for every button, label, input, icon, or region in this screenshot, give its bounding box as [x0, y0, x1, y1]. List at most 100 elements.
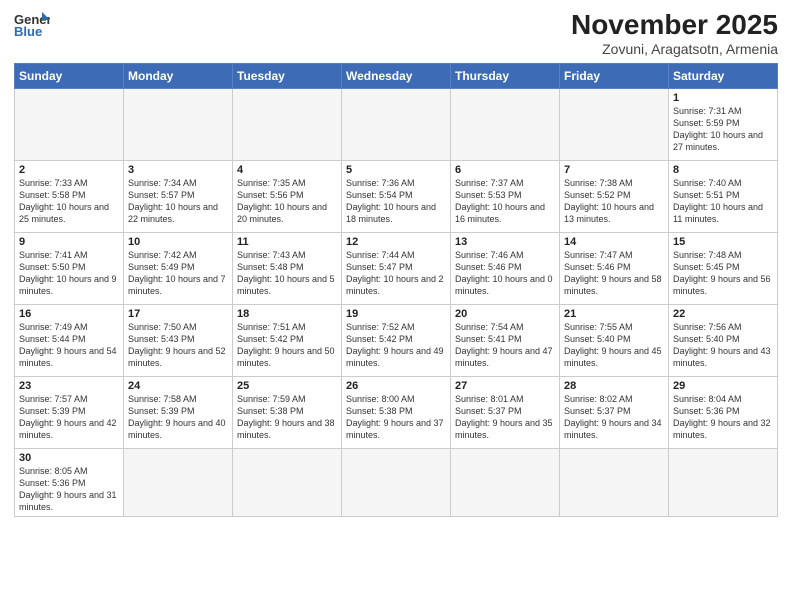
day-info: Sunrise: 7:34 AM Sunset: 5:57 PM Dayligh… — [128, 177, 228, 226]
calendar-day-cell — [124, 448, 233, 517]
calendar-week-row: 2Sunrise: 7:33 AM Sunset: 5:58 PM Daylig… — [15, 160, 778, 232]
calendar-day-cell: 2Sunrise: 7:33 AM Sunset: 5:58 PM Daylig… — [15, 160, 124, 232]
day-info: Sunrise: 7:59 AM Sunset: 5:38 PM Dayligh… — [237, 393, 337, 442]
day-number: 5 — [346, 164, 446, 176]
calendar-day-cell — [342, 448, 451, 517]
day-number: 25 — [237, 380, 337, 392]
day-number: 21 — [564, 308, 664, 320]
calendar-day-cell: 19Sunrise: 7:52 AM Sunset: 5:42 PM Dayli… — [342, 304, 451, 376]
calendar-day-cell — [669, 448, 778, 517]
calendar-day-cell: 17Sunrise: 7:50 AM Sunset: 5:43 PM Dayli… — [124, 304, 233, 376]
day-info: Sunrise: 7:36 AM Sunset: 5:54 PM Dayligh… — [346, 177, 446, 226]
day-number: 30 — [19, 452, 119, 464]
day-number: 18 — [237, 308, 337, 320]
weekday-header-wednesday: Wednesday — [342, 63, 451, 88]
day-info: Sunrise: 7:43 AM Sunset: 5:48 PM Dayligh… — [237, 249, 337, 298]
day-info: Sunrise: 7:58 AM Sunset: 5:39 PM Dayligh… — [128, 393, 228, 442]
weekday-header-row: SundayMondayTuesdayWednesdayThursdayFrid… — [15, 63, 778, 88]
calendar-table: SundayMondayTuesdayWednesdayThursdayFrid… — [14, 63, 778, 518]
day-number: 11 — [237, 236, 337, 248]
calendar-day-cell — [560, 88, 669, 160]
calendar-day-cell — [233, 88, 342, 160]
header: General Blue November 2025 Zovuni, Araga… — [14, 10, 778, 57]
weekday-header-thursday: Thursday — [451, 63, 560, 88]
day-info: Sunrise: 7:37 AM Sunset: 5:53 PM Dayligh… — [455, 177, 555, 226]
calendar-day-cell — [560, 448, 669, 517]
calendar-day-cell: 6Sunrise: 7:37 AM Sunset: 5:53 PM Daylig… — [451, 160, 560, 232]
day-number: 20 — [455, 308, 555, 320]
calendar-day-cell: 7Sunrise: 7:38 AM Sunset: 5:52 PM Daylig… — [560, 160, 669, 232]
day-info: Sunrise: 7:50 AM Sunset: 5:43 PM Dayligh… — [128, 321, 228, 370]
svg-text:Blue: Blue — [14, 24, 42, 38]
day-info: Sunrise: 7:46 AM Sunset: 5:46 PM Dayligh… — [455, 249, 555, 298]
day-info: Sunrise: 7:54 AM Sunset: 5:41 PM Dayligh… — [455, 321, 555, 370]
calendar-day-cell: 4Sunrise: 7:35 AM Sunset: 5:56 PM Daylig… — [233, 160, 342, 232]
calendar-day-cell: 26Sunrise: 8:00 AM Sunset: 5:38 PM Dayli… — [342, 376, 451, 448]
calendar-day-cell: 30Sunrise: 8:05 AM Sunset: 5:36 PM Dayli… — [15, 448, 124, 517]
day-info: Sunrise: 8:01 AM Sunset: 5:37 PM Dayligh… — [455, 393, 555, 442]
day-number: 16 — [19, 308, 119, 320]
calendar-day-cell: 1Sunrise: 7:31 AM Sunset: 5:59 PM Daylig… — [669, 88, 778, 160]
title-block: November 2025 Zovuni, Aragatsotn, Armeni… — [571, 10, 778, 57]
calendar-day-cell: 3Sunrise: 7:34 AM Sunset: 5:57 PM Daylig… — [124, 160, 233, 232]
page: General Blue November 2025 Zovuni, Araga… — [0, 0, 792, 612]
calendar-day-cell — [233, 448, 342, 517]
month-title: November 2025 — [571, 10, 778, 41]
day-number: 6 — [455, 164, 555, 176]
day-number: 7 — [564, 164, 664, 176]
calendar-week-row: 23Sunrise: 7:57 AM Sunset: 5:39 PM Dayli… — [15, 376, 778, 448]
calendar-day-cell — [15, 88, 124, 160]
calendar-day-cell: 18Sunrise: 7:51 AM Sunset: 5:42 PM Dayli… — [233, 304, 342, 376]
day-number: 2 — [19, 164, 119, 176]
day-number: 8 — [673, 164, 773, 176]
day-number: 17 — [128, 308, 228, 320]
weekday-header-saturday: Saturday — [669, 63, 778, 88]
day-info: Sunrise: 7:48 AM Sunset: 5:45 PM Dayligh… — [673, 249, 773, 298]
weekday-header-tuesday: Tuesday — [233, 63, 342, 88]
calendar-day-cell — [342, 88, 451, 160]
day-number: 3 — [128, 164, 228, 176]
day-info: Sunrise: 7:35 AM Sunset: 5:56 PM Dayligh… — [237, 177, 337, 226]
calendar-day-cell — [124, 88, 233, 160]
calendar-day-cell: 25Sunrise: 7:59 AM Sunset: 5:38 PM Dayli… — [233, 376, 342, 448]
day-info: Sunrise: 7:52 AM Sunset: 5:42 PM Dayligh… — [346, 321, 446, 370]
day-info: Sunrise: 7:57 AM Sunset: 5:39 PM Dayligh… — [19, 393, 119, 442]
day-info: Sunrise: 7:55 AM Sunset: 5:40 PM Dayligh… — [564, 321, 664, 370]
day-info: Sunrise: 7:51 AM Sunset: 5:42 PM Dayligh… — [237, 321, 337, 370]
calendar-day-cell: 9Sunrise: 7:41 AM Sunset: 5:50 PM Daylig… — [15, 232, 124, 304]
day-number: 4 — [237, 164, 337, 176]
day-number: 19 — [346, 308, 446, 320]
day-number: 29 — [673, 380, 773, 392]
day-number: 15 — [673, 236, 773, 248]
calendar-day-cell — [451, 88, 560, 160]
calendar-day-cell: 10Sunrise: 7:42 AM Sunset: 5:49 PM Dayli… — [124, 232, 233, 304]
day-number: 9 — [19, 236, 119, 248]
day-number: 23 — [19, 380, 119, 392]
day-number: 1 — [673, 92, 773, 104]
day-number: 22 — [673, 308, 773, 320]
calendar-day-cell: 20Sunrise: 7:54 AM Sunset: 5:41 PM Dayli… — [451, 304, 560, 376]
day-info: Sunrise: 7:33 AM Sunset: 5:58 PM Dayligh… — [19, 177, 119, 226]
day-number: 27 — [455, 380, 555, 392]
day-info: Sunrise: 8:02 AM Sunset: 5:37 PM Dayligh… — [564, 393, 664, 442]
calendar-week-row: 30Sunrise: 8:05 AM Sunset: 5:36 PM Dayli… — [15, 448, 778, 517]
calendar-day-cell: 28Sunrise: 8:02 AM Sunset: 5:37 PM Dayli… — [560, 376, 669, 448]
calendar-day-cell: 11Sunrise: 7:43 AM Sunset: 5:48 PM Dayli… — [233, 232, 342, 304]
calendar-day-cell: 21Sunrise: 7:55 AM Sunset: 5:40 PM Dayli… — [560, 304, 669, 376]
day-info: Sunrise: 7:56 AM Sunset: 5:40 PM Dayligh… — [673, 321, 773, 370]
day-info: Sunrise: 7:40 AM Sunset: 5:51 PM Dayligh… — [673, 177, 773, 226]
day-number: 14 — [564, 236, 664, 248]
day-info: Sunrise: 7:31 AM Sunset: 5:59 PM Dayligh… — [673, 105, 773, 154]
calendar-day-cell: 27Sunrise: 8:01 AM Sunset: 5:37 PM Dayli… — [451, 376, 560, 448]
calendar-day-cell: 12Sunrise: 7:44 AM Sunset: 5:47 PM Dayli… — [342, 232, 451, 304]
day-number: 24 — [128, 380, 228, 392]
weekday-header-sunday: Sunday — [15, 63, 124, 88]
day-info: Sunrise: 7:47 AM Sunset: 5:46 PM Dayligh… — [564, 249, 664, 298]
day-number: 10 — [128, 236, 228, 248]
calendar-day-cell: 5Sunrise: 7:36 AM Sunset: 5:54 PM Daylig… — [342, 160, 451, 232]
day-info: Sunrise: 8:04 AM Sunset: 5:36 PM Dayligh… — [673, 393, 773, 442]
day-number: 12 — [346, 236, 446, 248]
logo: General Blue — [14, 10, 50, 38]
day-info: Sunrise: 7:38 AM Sunset: 5:52 PM Dayligh… — [564, 177, 664, 226]
day-info: Sunrise: 7:44 AM Sunset: 5:47 PM Dayligh… — [346, 249, 446, 298]
